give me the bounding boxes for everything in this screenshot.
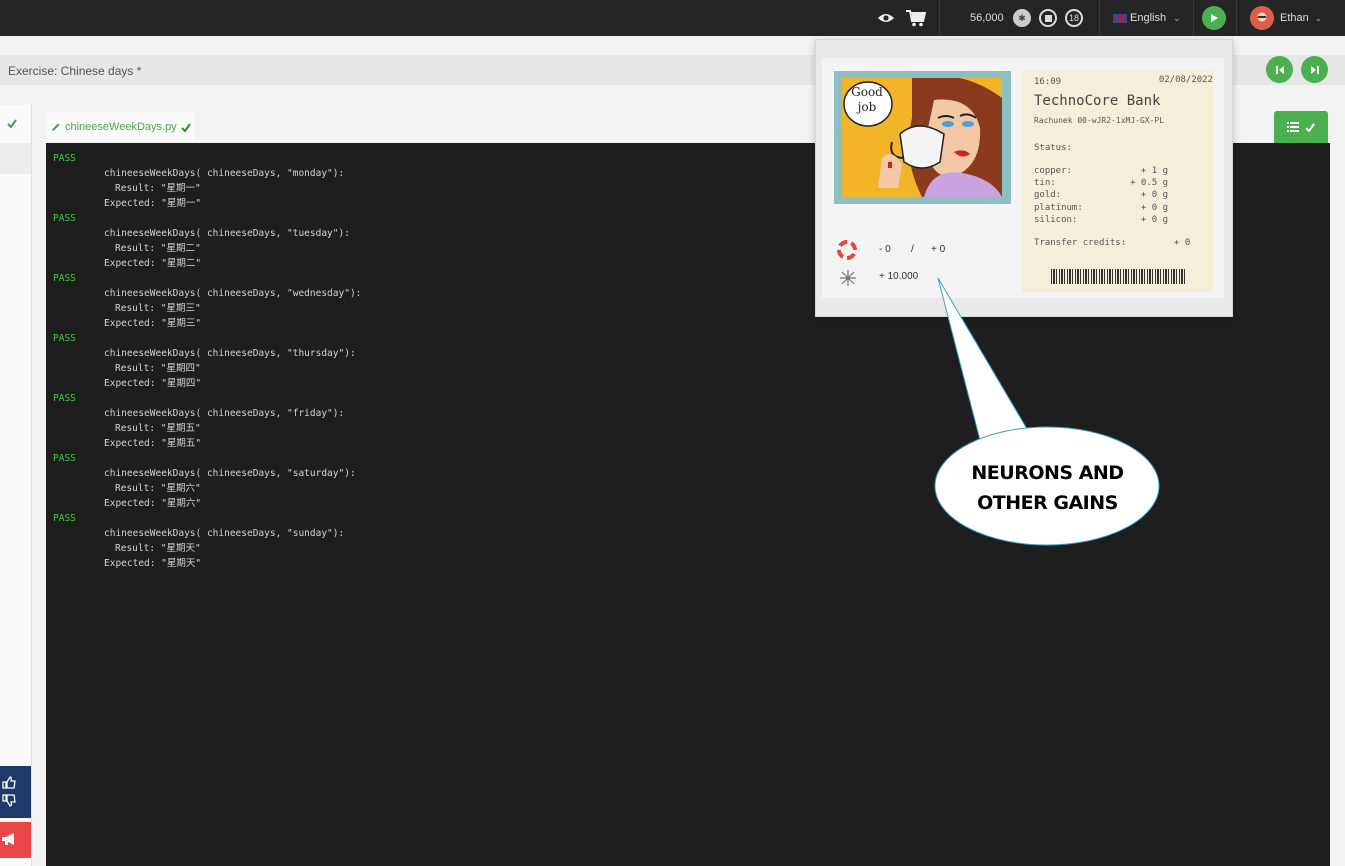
speech-bubble-line: OTHER GAINS [977,492,1118,514]
speech-bubble-tail [934,277,1160,546]
speech-bubble-line: NEURONS AND [971,462,1124,484]
speech-bubble-text: NEURONS AND OTHER GAINS [935,458,1160,518]
